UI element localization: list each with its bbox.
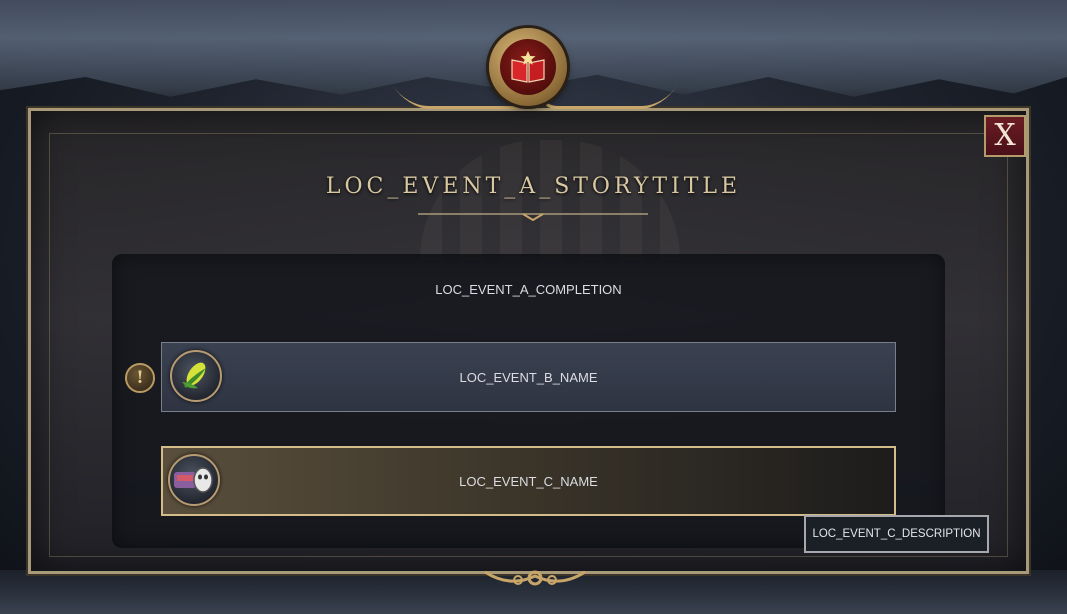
choice-tooltip: LOC_EVENT_C_DESCRIPTION [804, 515, 989, 553]
choice-option-c[interactable]: LOC_EVENT_C_NAME [161, 446, 896, 516]
close-button[interactable]: X [984, 115, 1026, 157]
exclamation-icon: ! [125, 363, 155, 393]
choice-option-b[interactable]: LOC_EVENT_B_NAME [161, 342, 896, 412]
bottom-flourish-ornament [484, 570, 586, 586]
choice-label: LOC_EVENT_C_NAME [459, 473, 598, 489]
dialog-title: LOC_EVENT_A_STORYTITLE [325, 174, 742, 199]
choice-label: LOC_EVENT_B_NAME [459, 369, 598, 385]
title-flourish [418, 213, 648, 221]
completion-text: LOC_EVENT_A_COMPLETION [435, 282, 622, 297]
marker-text: ! [136, 368, 144, 388]
red-book-star-icon [500, 39, 556, 95]
header-medallion [489, 28, 567, 106]
